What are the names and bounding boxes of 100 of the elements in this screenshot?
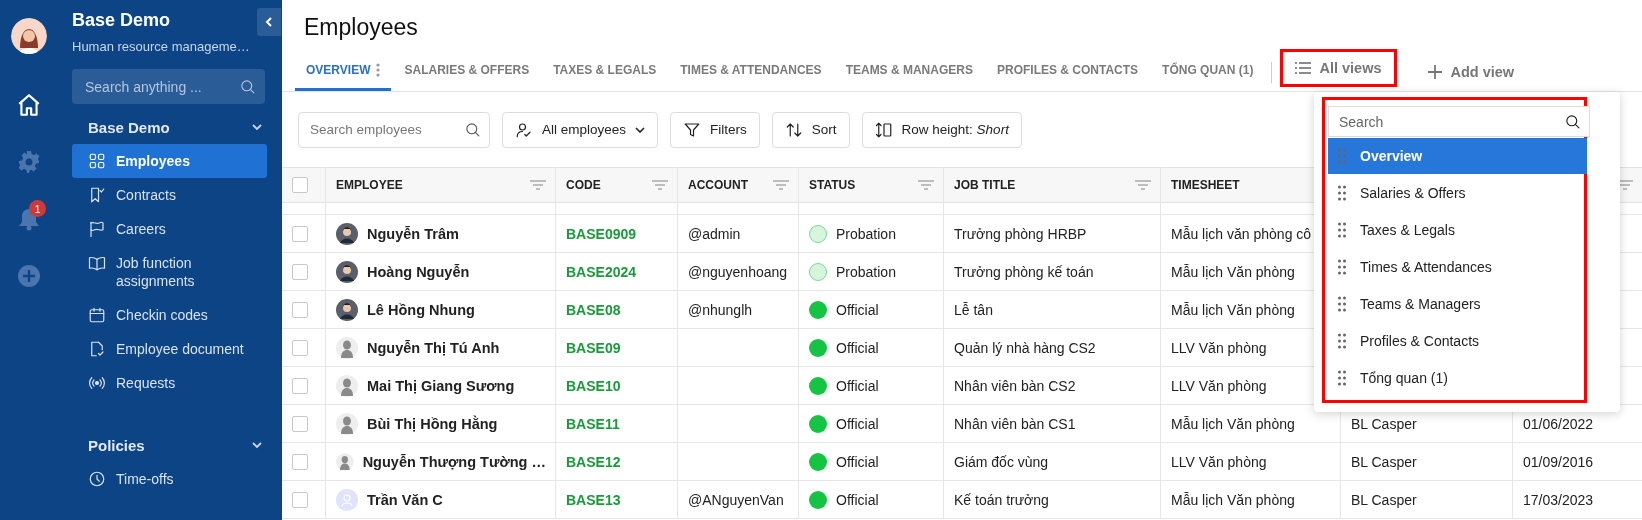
broadcast-icon — [88, 374, 106, 392]
employee-name[interactable]: Hoàng Nguyễn — [367, 263, 470, 280]
employee-code: BASE09 — [566, 339, 621, 356]
status-label: Official — [836, 415, 879, 432]
row-checkbox[interactable] — [292, 339, 308, 356]
filter-icon[interactable] — [530, 180, 546, 190]
employee-name[interactable]: Lê Hồng Nhung — [367, 301, 475, 318]
row-checkbox[interactable] — [292, 301, 308, 318]
employee-code: BASE13 — [566, 491, 621, 508]
drag-handle-icon[interactable] — [1338, 333, 1346, 349]
more-icon[interactable] — [376, 63, 381, 77]
job-title: Kế toán trưởng — [954, 491, 1049, 508]
search-icon — [239, 78, 256, 95]
search-field[interactable]: Search anything ... — [72, 69, 265, 104]
view-tab[interactable]: OVERVIEW — [295, 52, 392, 91]
row-checkbox[interactable] — [292, 225, 308, 242]
row-height-icon — [874, 120, 893, 139]
row-checkbox[interactable] — [292, 377, 308, 394]
drag-handle-icon[interactable] — [1338, 185, 1346, 201]
view-tab[interactable]: TỔNG QUAN (1) — [1151, 52, 1265, 91]
filter-icon[interactable] — [918, 180, 934, 190]
drag-handle-icon[interactable] — [1338, 370, 1346, 386]
account-handle: @ANguyenVan — [688, 491, 784, 508]
drag-handle-icon[interactable] — [1338, 259, 1346, 275]
drag-handle-icon[interactable] — [1338, 148, 1346, 164]
sort-button[interactable]: Sort — [771, 111, 850, 148]
chevron-down-icon — [635, 126, 646, 133]
row-checkbox[interactable] — [292, 263, 308, 280]
view-tab[interactable]: TEAMS & MANAGERS — [834, 52, 984, 91]
sidebar-item[interactable]: Requests — [72, 366, 267, 400]
employee-name[interactable]: Nguyễn Thượng Tường … — [362, 453, 546, 470]
drag-handle-icon[interactable] — [1338, 296, 1346, 312]
person-check-icon — [515, 120, 533, 139]
filter-icon[interactable] — [773, 180, 789, 190]
view-tab[interactable]: TIMES & ATTENDANCES — [669, 52, 833, 91]
chevron-icon[interactable] — [251, 439, 263, 451]
search-field[interactable]: Search employees — [298, 111, 490, 148]
employee-name[interactable]: Nguyễn Thị Tú Anh — [367, 339, 500, 356]
view-menu-item[interactable]: Taxes & Legals — [1328, 212, 1587, 248]
employee-code: BASE0909 — [566, 225, 637, 242]
search-icon — [464, 121, 481, 138]
drag-handle-icon[interactable] — [1338, 222, 1346, 238]
view-menu-item[interactable]: Teams & Managers — [1328, 286, 1587, 322]
column-header: JOB TITLE — [954, 178, 1016, 192]
view-menu-item[interactable]: Tổng quan (1) — [1328, 360, 1587, 396]
filter-icon[interactable] — [1135, 180, 1151, 190]
timesheet: LLV Văn phòng — [1171, 377, 1267, 394]
filters-button[interactable]: Filters — [670, 111, 760, 148]
filter-icon[interactable] — [1617, 180, 1633, 190]
chevron-icon[interactable] — [251, 121, 263, 133]
view-menu-item[interactable]: Salaries & Offers — [1328, 175, 1587, 211]
employee-name[interactable]: Trần Văn C — [367, 491, 443, 508]
sort-icon — [784, 120, 803, 139]
document-check-icon — [88, 340, 106, 358]
column-header: STATUS — [809, 178, 856, 192]
account-handle: @nguyenhoang — [688, 263, 788, 280]
row-height-button[interactable]: Row height: Short — [861, 111, 1022, 148]
settings-icon[interactable] — [17, 149, 41, 174]
person-icon — [336, 374, 358, 397]
home-icon[interactable] — [16, 91, 42, 118]
employee-name[interactable]: Nguyễn Trâm — [367, 225, 459, 242]
employee-scope-dropdown[interactable]: All employees — [502, 111, 659, 148]
view-tab[interactable]: SALARIES & OFFERS — [393, 52, 541, 91]
avatar[interactable] — [11, 18, 47, 54]
all-views-button[interactable]: All views — [1280, 49, 1397, 87]
timesheet: LLV Văn phòng — [1171, 453, 1267, 470]
sidebar-item[interactable]: Employee document — [72, 332, 267, 366]
sidebar-item[interactable]: Employees — [72, 144, 267, 178]
page-title: Employees — [303, 13, 419, 42]
avatar-icon — [336, 488, 358, 511]
status-dot — [809, 414, 827, 433]
collapse-button[interactable] — [257, 8, 281, 36]
calendar-icon — [88, 306, 106, 324]
employee-name[interactable]: Mai Thị Giang Sương — [367, 377, 515, 394]
sidebar-item[interactable]: Careers — [72, 212, 267, 246]
search-field[interactable]: Search — [1328, 106, 1590, 137]
table-cell: BL Casper — [1351, 491, 1417, 508]
view-menu-item[interactable]: Profiles & Contacts — [1328, 323, 1587, 359]
sidebar-item[interactable]: Job function assignments — [72, 246, 267, 298]
view-menu-item[interactable]: Times & Attendances — [1328, 249, 1587, 285]
bookmark-check-icon — [88, 186, 106, 204]
row-checkbox[interactable] — [292, 415, 308, 432]
view-tab[interactable]: TAXES & LEGALS — [542, 52, 668, 91]
select-all-checkbox[interactable] — [292, 177, 308, 193]
filter-icon[interactable] — [652, 180, 668, 190]
timesheet: Mẫu lịch văn phòng cô — [1171, 225, 1312, 242]
row-checkbox[interactable] — [292, 491, 308, 508]
row-checkbox[interactable] — [292, 453, 308, 470]
job-title: Giám đốc vùng — [954, 453, 1049, 470]
employee-name[interactable]: Bùi Thị Hồng Hằng — [367, 415, 498, 432]
chevron-left-icon — [265, 16, 273, 28]
status-label: Official — [836, 301, 879, 318]
view-menu-item[interactable]: Overview — [1328, 138, 1587, 174]
sidebar-item[interactable]: Checkin codes — [72, 298, 267, 332]
sidebar-item[interactable]: Time-offs — [72, 462, 267, 496]
add-view-button[interactable]: Add view — [1414, 52, 1527, 91]
view-tab[interactable]: PROFILES & CONTACTS — [985, 52, 1150, 91]
employee-code: BASE08 — [566, 301, 621, 318]
add-icon[interactable] — [18, 264, 40, 287]
sidebar-item[interactable]: Contracts — [72, 178, 267, 212]
